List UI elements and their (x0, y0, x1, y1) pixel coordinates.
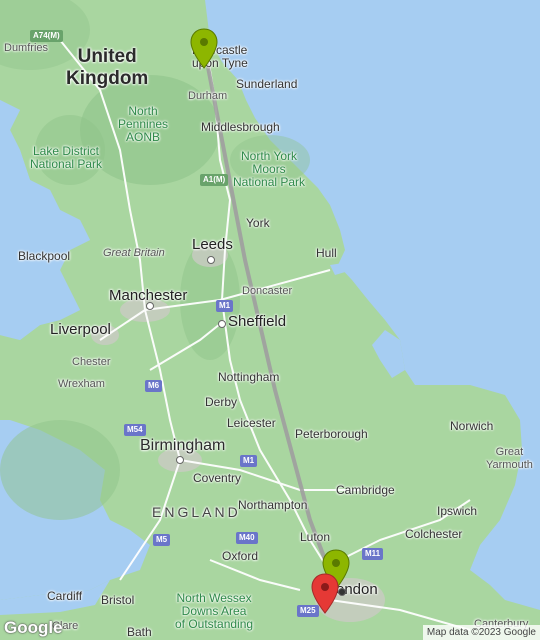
label-durham: Durham (188, 90, 228, 102)
label-norwich: Norwich (450, 419, 494, 433)
label-united-kingdom: United Kingdom (66, 46, 149, 89)
road-shield-m5: M5 (153, 534, 171, 546)
road-shield-m40: M40 (236, 532, 258, 544)
label-bristol: Bristol (101, 593, 135, 607)
label-middlesbrough: Middlesbrough (201, 120, 280, 134)
map-canvas[interactable]: United Kingdom ENGLAND Newcastle upon Ty… (0, 0, 540, 640)
city-dot-leeds (207, 256, 215, 264)
label-north-york-moors: North York Moors National Park (233, 149, 306, 189)
label-hull: Hull (316, 246, 337, 260)
label-doncaster: Doncaster (242, 285, 293, 297)
label-ipswich: Ipswich (437, 504, 478, 518)
road-shield-m1-north: M1 (216, 300, 234, 312)
label-dumfries: Dumfries (4, 42, 49, 54)
google-logo[interactable]: Google (4, 618, 63, 638)
map-attribution[interactable]: Map data ©2023 Google (422, 625, 540, 640)
label-sheffield: Sheffield (228, 313, 287, 330)
label-cardiff: Cardiff (47, 589, 83, 603)
label-coventry: Coventry (193, 471, 242, 485)
label-sunderland: Sunderland (236, 77, 298, 91)
road-shield-a1m: A1(M) (200, 174, 229, 186)
label-derby: Derby (205, 395, 238, 409)
origin-marker-pin[interactable] (189, 28, 219, 70)
road-shield-m11: M11 (362, 548, 384, 560)
city-dot-manchester (146, 302, 154, 310)
label-leicester: Leicester (227, 416, 276, 430)
road-shield-m6: M6 (145, 380, 163, 392)
label-blackpool: Blackpool (18, 249, 71, 263)
label-england: ENGLAND (152, 504, 241, 520)
label-nottingham: Nottingham (218, 370, 280, 384)
city-dot-sheffield (218, 320, 226, 328)
road-shield-m54: M54 (124, 424, 146, 436)
destination-marker-pin[interactable] (310, 573, 340, 615)
label-cambridge: Cambridge (336, 483, 395, 497)
label-manchester: Manchester (109, 287, 188, 304)
label-york: York (246, 216, 270, 230)
label-north-wessex: North Wessex Downs Area of Outstanding (175, 591, 254, 631)
city-dot-birmingham (176, 456, 184, 464)
label-chester: Chester (72, 356, 111, 368)
label-north-pennines: North Pennines AONB (118, 104, 169, 144)
label-liverpool: Liverpool (50, 321, 111, 338)
label-peterborough: Peterborough (295, 427, 368, 441)
label-birmingham: Birmingham (140, 437, 226, 454)
label-colchester: Colchester (405, 527, 463, 541)
label-bath: Bath (127, 625, 152, 639)
label-northampton: Northampton (238, 498, 308, 512)
road-shield-a74m: A74(M) (30, 30, 63, 42)
label-wrexham: Wrexham (58, 378, 105, 390)
label-lake-district: Lake District National Park (30, 144, 103, 171)
road-shield-m1-south: M1 (240, 455, 258, 467)
label-oxford: Oxford (222, 549, 259, 563)
label-luton: Luton (300, 530, 331, 544)
label-leeds: Leeds (192, 236, 233, 253)
label-great-yarmouth: Great Yarmouth (486, 446, 533, 471)
label-great-britain: Great Britain (103, 247, 165, 259)
